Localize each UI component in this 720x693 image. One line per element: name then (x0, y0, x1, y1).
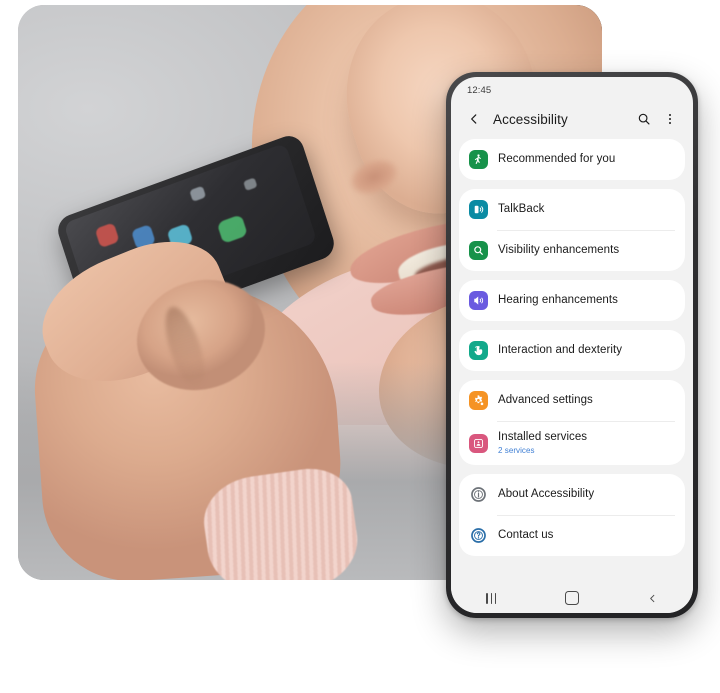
nav-back-icon[interactable] (633, 586, 673, 610)
app-bar: Accessibility (451, 99, 693, 139)
status-bar-clock: 12:45 (467, 84, 492, 96)
list-item-about-accessibility[interactable]: About Accessibility (459, 474, 685, 515)
list-item-sublabel: 2 services (498, 446, 535, 456)
question-circle-icon (469, 526, 488, 545)
list-item-contact-us[interactable]: Contact us (459, 515, 685, 556)
list-item-label: TalkBack (498, 202, 545, 215)
list-item-label: Hearing enhancements (498, 293, 618, 306)
more-vertical-icon[interactable] (659, 108, 681, 130)
installed-services-icon (469, 433, 488, 453)
settings-group: Recommended for you (459, 139, 685, 180)
hand-touch-icon (469, 341, 488, 360)
accessibility-person-icon (469, 150, 488, 169)
settings-group: About Accessibility Contact us (459, 474, 685, 556)
list-item-talkback[interactable]: TalkBack (459, 189, 685, 230)
settings-group: Interaction and dexterity (459, 330, 685, 371)
android-nav-bar (451, 583, 693, 613)
list-item-label: Visibility enhancements (498, 243, 620, 256)
settings-group: Hearing enhancements (459, 280, 685, 321)
volume-speaker-icon (469, 291, 488, 310)
list-item-installed-services[interactable]: Installed services 2 services (459, 421, 685, 465)
list-item-label: Interaction and dexterity (498, 343, 622, 356)
list-item-visibility-enhancements[interactable]: Visibility enhancements (459, 230, 685, 271)
info-circle-icon (469, 485, 488, 504)
list-item-label: Contact us (498, 528, 554, 541)
list-item-label: Advanced settings (498, 393, 593, 406)
phone-device-frame: 12:45 Accessibility Recommended for you … (446, 72, 698, 618)
recents-icon[interactable] (471, 586, 511, 610)
settings-list[interactable]: Recommended for you TalkBack Visibility … (451, 139, 693, 583)
home-icon[interactable] (552, 586, 592, 610)
list-item-hearing-enhancements[interactable]: Hearing enhancements (459, 280, 685, 321)
phone-screen: 12:45 Accessibility Recommended for you … (451, 77, 693, 613)
gear-icon (469, 391, 488, 410)
settings-group: Advanced settings Installed services 2 s… (459, 380, 685, 465)
list-item-interaction-and-dexterity[interactable]: Interaction and dexterity (459, 330, 685, 371)
page-title: Accessibility (493, 111, 568, 127)
list-item-recommended-for-you[interactable]: Recommended for you (459, 139, 685, 180)
back-arrow-icon[interactable] (463, 108, 485, 130)
search-icon[interactable] (633, 108, 655, 130)
list-item-label: About Accessibility (498, 487, 595, 500)
settings-group: TalkBack Visibility enhancements (459, 189, 685, 271)
magnifier-icon (469, 241, 488, 260)
talkback-speaker-icon (469, 200, 488, 219)
list-item-label: Recommended for you (498, 152, 616, 165)
status-bar: 12:45 (451, 77, 693, 99)
list-item-label: Installed services (498, 430, 588, 443)
list-item-advanced-settings[interactable]: Advanced settings (459, 380, 685, 421)
